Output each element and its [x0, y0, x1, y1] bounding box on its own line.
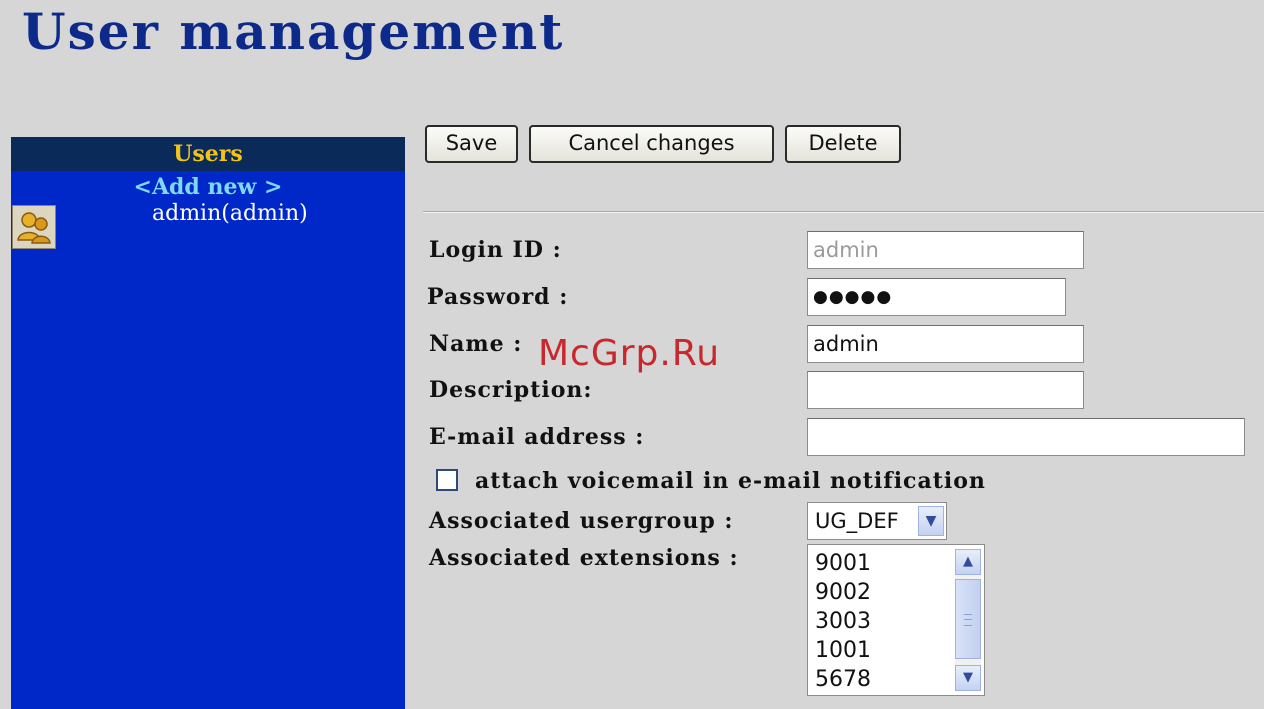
usergroup-label: Associated usergroup :: [429, 508, 734, 534]
email-label: E-mail address :: [429, 424, 645, 450]
chevron-down-icon[interactable]: ▼: [918, 506, 944, 536]
extensions-scrollbar[interactable]: ▲ ▼: [955, 549, 981, 691]
usergroup-select[interactable]: UG_DEF ▼: [807, 502, 947, 540]
users-sidebar: Users <Add new > admin(admin): [11, 137, 405, 709]
divider: [423, 211, 1264, 213]
name-field[interactable]: [807, 325, 1084, 363]
sidebar-header: Users: [11, 137, 405, 171]
list-item[interactable]: 1001: [815, 636, 871, 665]
add-new-user-link[interactable]: <Add new >: [11, 173, 405, 201]
name-label: Name :: [429, 331, 523, 357]
usergroup-value: UG_DEF: [815, 509, 899, 533]
user-label: admin(admin): [152, 201, 308, 226]
scroll-down-icon[interactable]: ▼: [955, 665, 981, 691]
attach-voicemail-label: attach voicemail in e-mail notification: [475, 468, 986, 494]
list-item[interactable]: 5678: [815, 665, 871, 694]
attach-voicemail-checkbox[interactable]: [436, 469, 458, 491]
cancel-changes-button[interactable]: Cancel changes: [529, 125, 774, 163]
password-field[interactable]: ●●●●●: [807, 278, 1066, 316]
extensions-label: Associated extensions :: [429, 545, 739, 571]
page-title: User management: [22, 2, 565, 61]
user-list-item[interactable]: admin(admin): [11, 201, 405, 251]
grip-icon: [964, 614, 972, 626]
delete-button[interactable]: Delete: [785, 125, 901, 163]
description-field[interactable]: [807, 371, 1084, 409]
list-item[interactable]: 9002: [815, 578, 871, 607]
description-label: Description:: [429, 377, 593, 403]
save-button[interactable]: Save: [425, 125, 518, 163]
email-field[interactable]: [807, 418, 1245, 456]
watermark: McGrp.Ru: [538, 333, 721, 374]
login-id-label: Login ID :: [429, 237, 562, 263]
login-id-field[interactable]: [807, 231, 1084, 269]
scroll-thumb[interactable]: [955, 579, 981, 659]
user-icon: [12, 205, 56, 249]
extensions-listbox[interactable]: 9001 9002 3003 1001 5678 ▲ ▼: [807, 544, 985, 696]
password-label: Password :: [427, 284, 569, 310]
scroll-up-icon[interactable]: ▲: [955, 549, 981, 575]
list-item[interactable]: 9001: [815, 549, 871, 578]
list-item[interactable]: 3003: [815, 607, 871, 636]
